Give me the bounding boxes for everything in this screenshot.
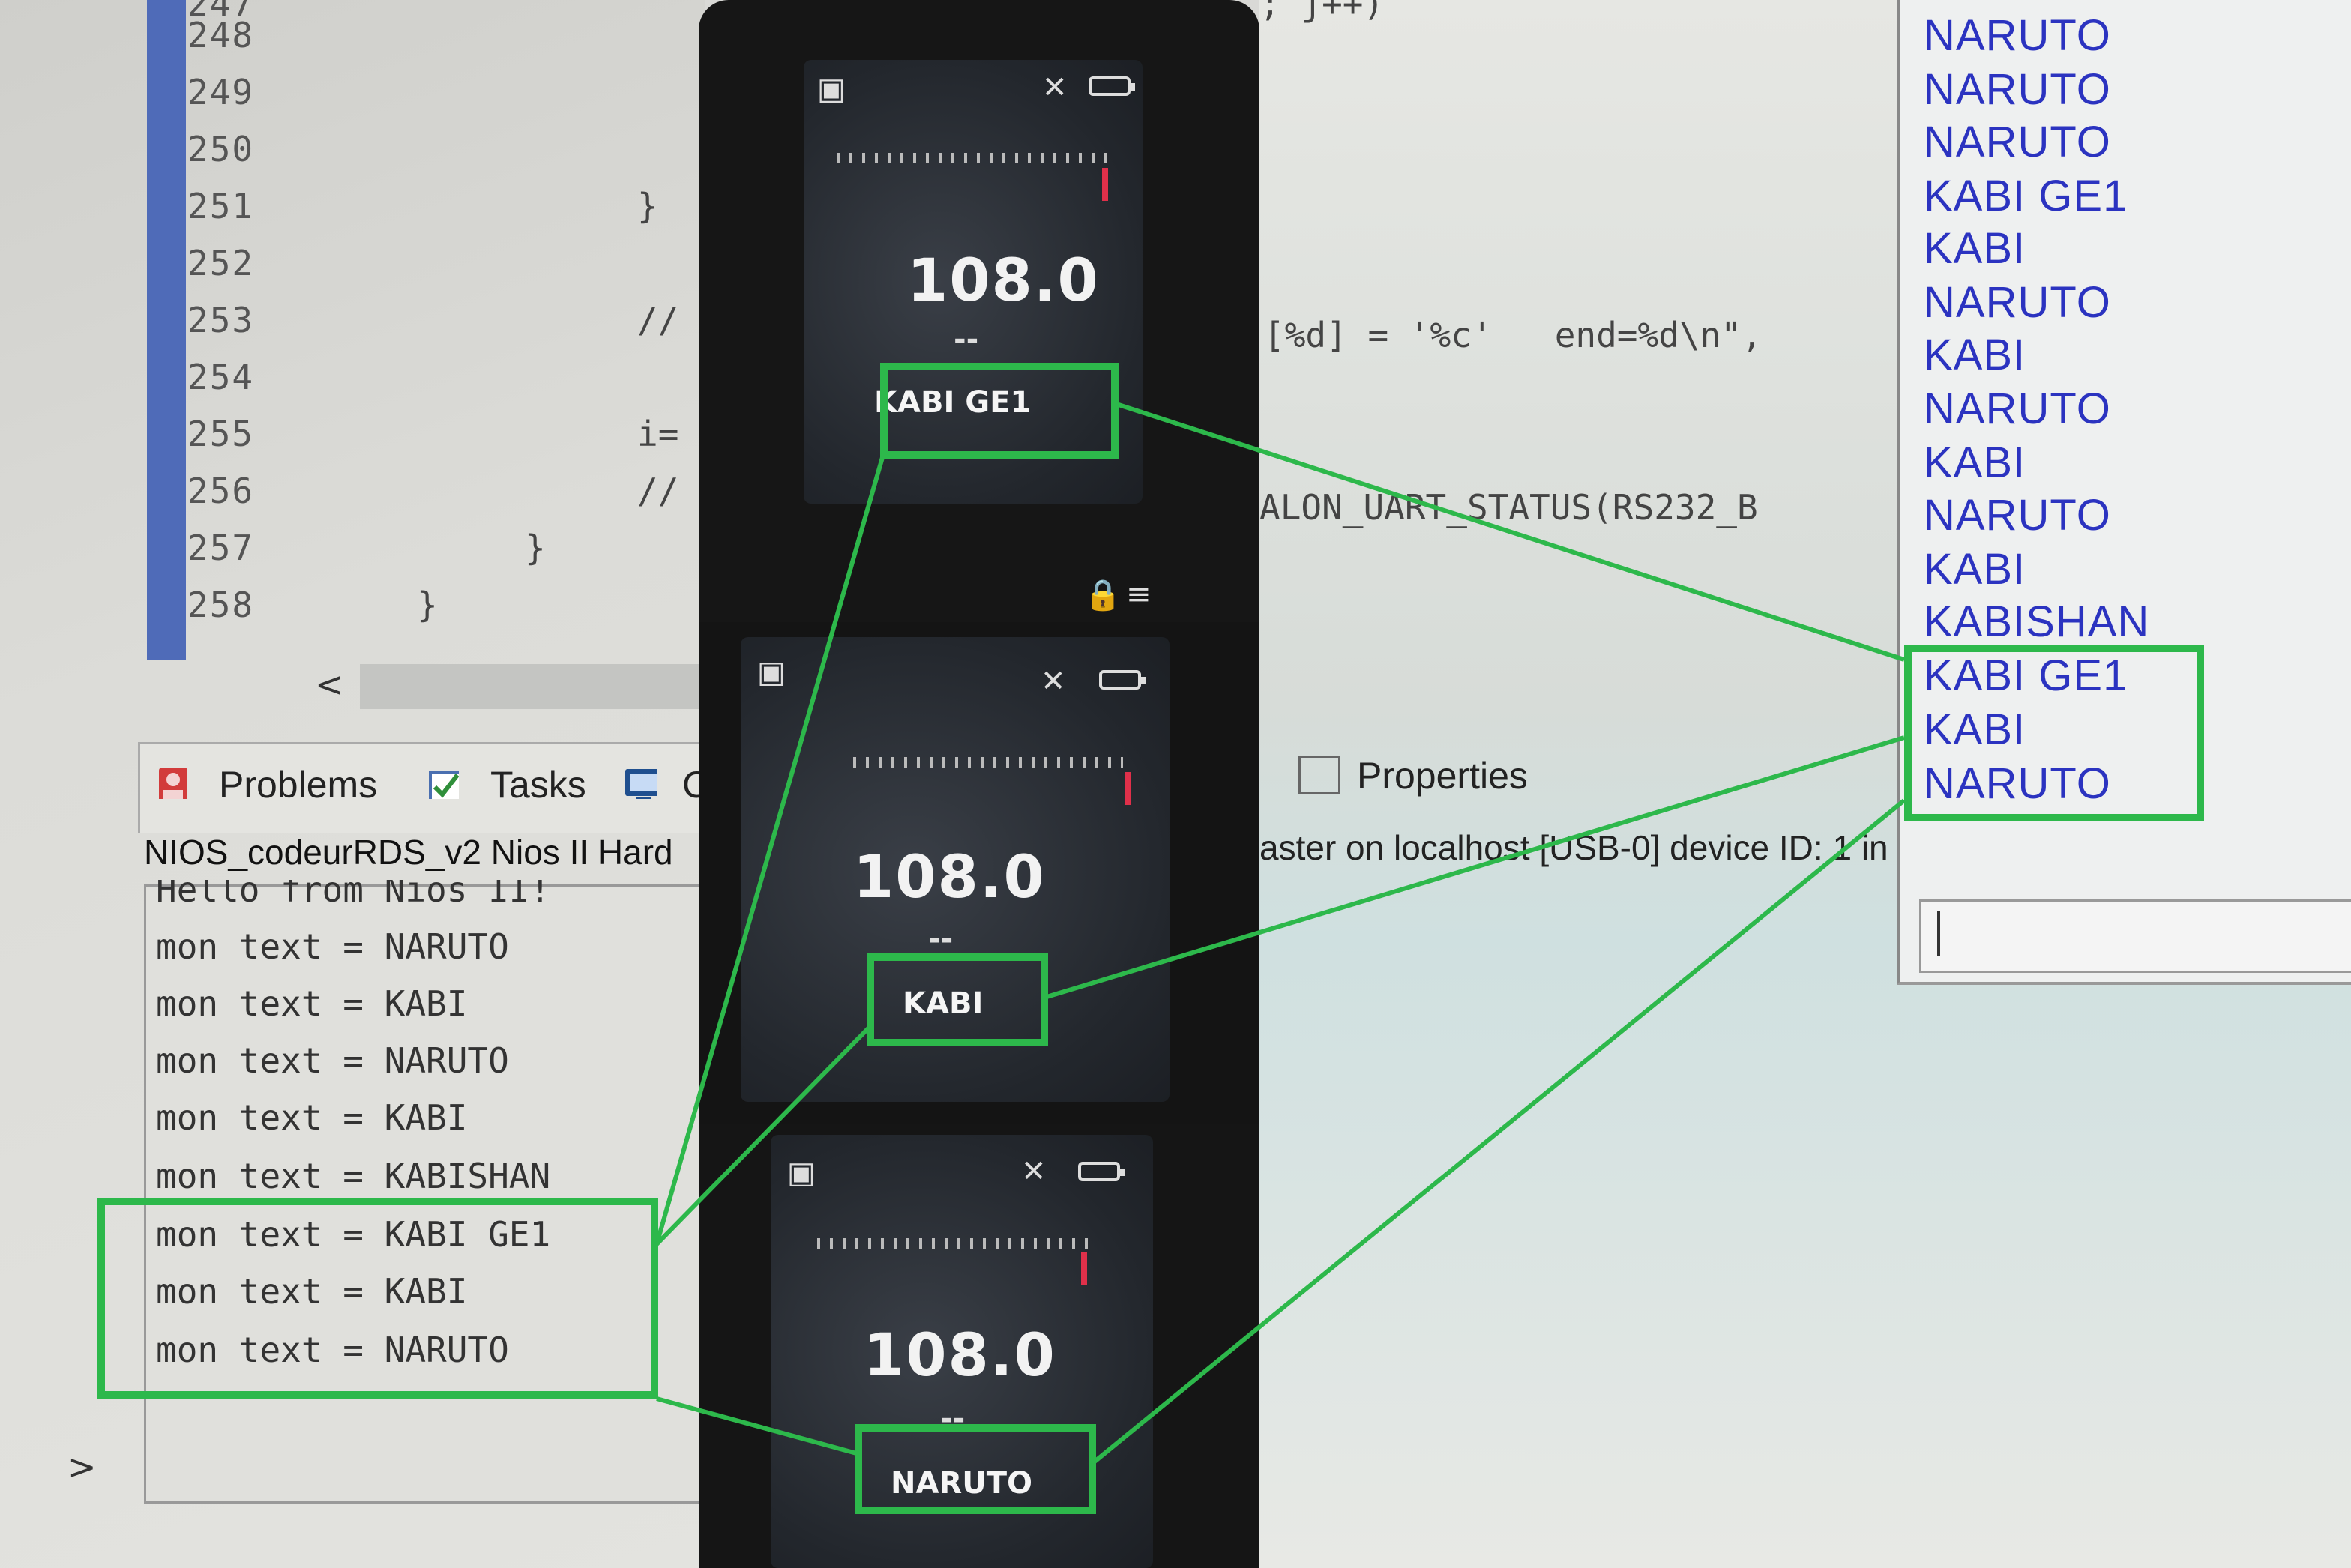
connector-line xyxy=(1093,798,1906,1464)
connector-line xyxy=(656,1396,860,1456)
connector-lines xyxy=(654,402,1906,1464)
connector-line xyxy=(1046,735,1905,999)
connector-line xyxy=(1118,402,1905,662)
